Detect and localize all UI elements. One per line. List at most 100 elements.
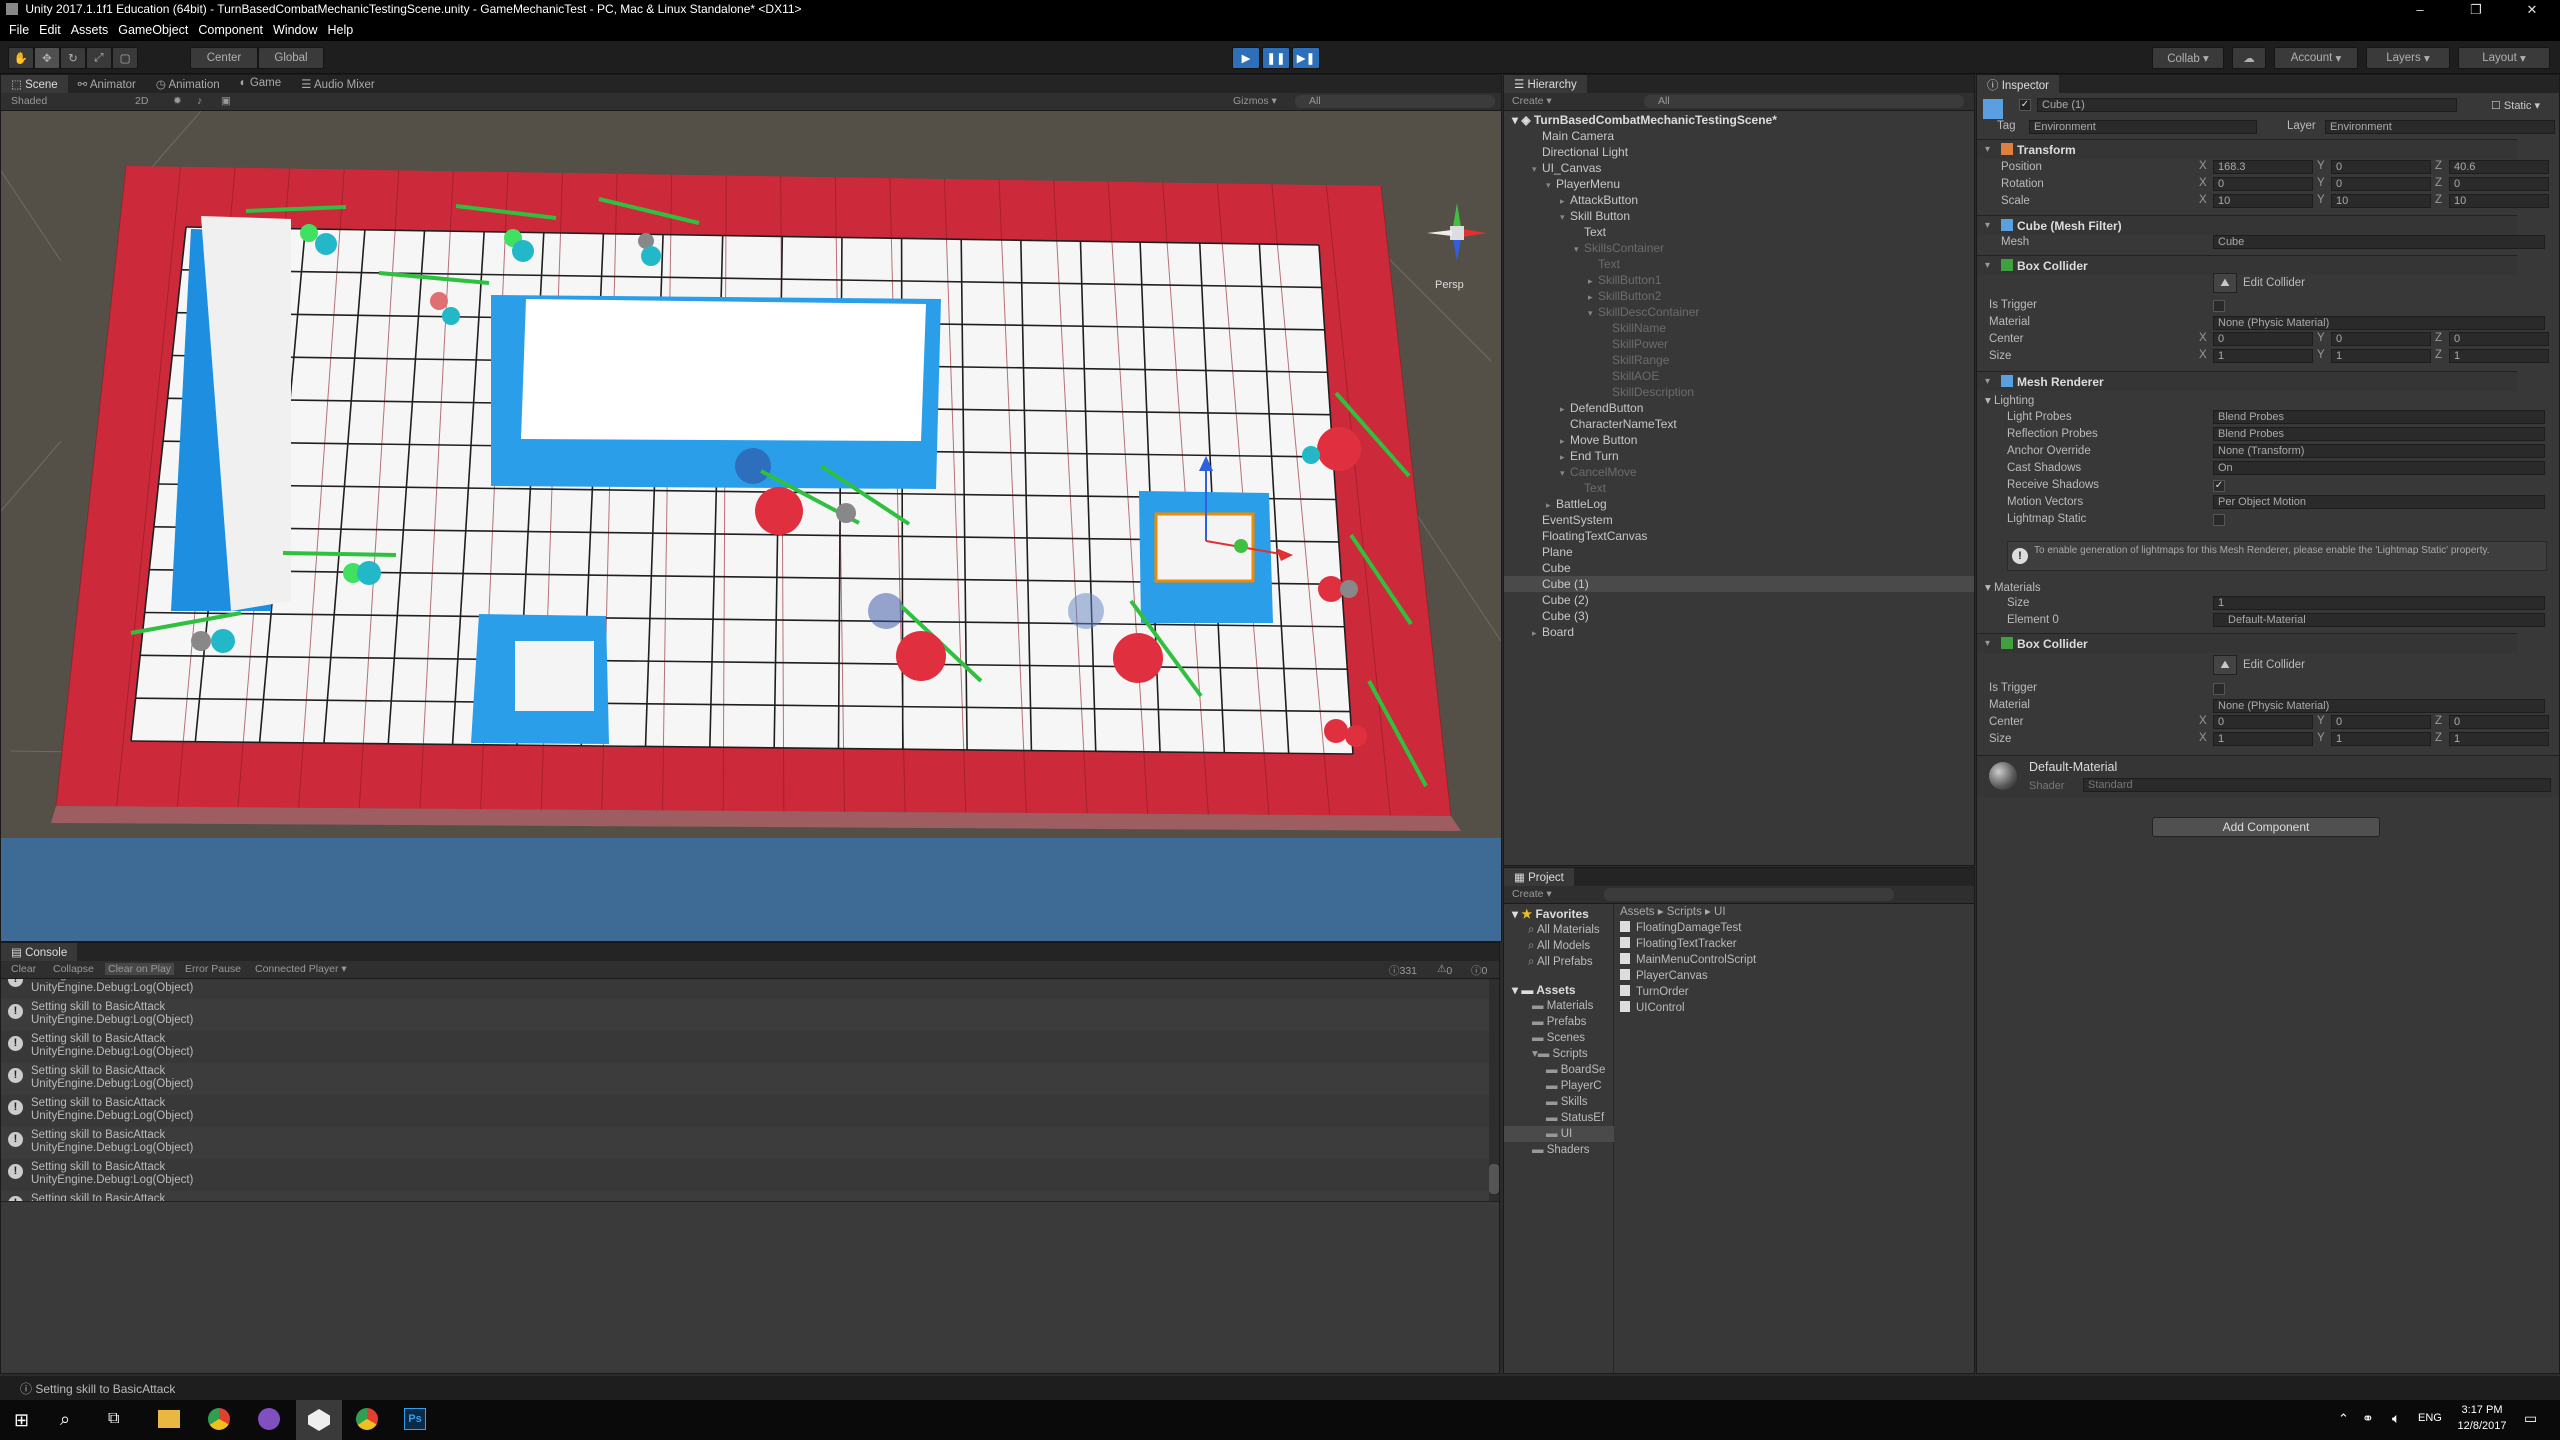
- tray-chevron-icon[interactable]: ⌃: [2338, 1411, 2349, 1427]
- materials-size-field[interactable]: 1: [2213, 596, 2545, 610]
- step-button[interactable]: ▶❚: [1292, 47, 1320, 69]
- warning-count-badge[interactable]: ⚠ 0: [1437, 963, 1452, 977]
- receive-shadows-checkbox[interactable]: ✓: [2213, 480, 2225, 492]
- hierarchy-item[interactable]: SkillAOE: [1504, 368, 1974, 384]
- hierarchy-item[interactable]: ▾ CancelMove: [1504, 464, 1974, 480]
- fold-arrow-icon[interactable]: ▸: [1532, 625, 1542, 641]
- project-folder[interactable]: ▬ BoardSe: [1504, 1062, 1614, 1078]
- favorite-item[interactable]: ⌕ All Prefabs: [1528, 954, 1593, 970]
- size-2-z-field[interactable]: 1: [2449, 732, 2549, 746]
- light-probes-dropdown[interactable]: Blend Probes: [2213, 410, 2545, 424]
- tab-project[interactable]: ▦ Project: [1504, 868, 1574, 886]
- hierarchy-item[interactable]: Main Camera: [1504, 128, 1974, 144]
- network-icon[interactable]: ⚭: [2362, 1410, 2374, 1427]
- console-clear-on-play-button[interactable]: Clear on Play: [105, 963, 175, 975]
- static-dropdown[interactable]: ☐ Static ▾: [2491, 99, 2540, 112]
- menu-edit[interactable]: Edit: [36, 20, 68, 41]
- favorites-section[interactable]: ▾ ★ Favorites: [1512, 906, 1589, 922]
- rotation-y-field[interactable]: 0: [2331, 177, 2431, 191]
- favorite-item[interactable]: ⌕ All Materials: [1528, 922, 1600, 938]
- layers-dropdown[interactable]: Layers ▾: [2366, 47, 2450, 69]
- scene-search-input[interactable]: All: [1295, 95, 1495, 108]
- console-log-entry[interactable]: !Setting skill to BasicAttackUnityEngine…: [1, 1063, 1491, 1095]
- fold-arrow-icon[interactable]: ▾: [1985, 144, 1990, 155]
- console-log-entry[interactable]: !Setting skill to BasicAttackUnityEngine…: [1, 979, 1491, 999]
- object-name-field[interactable]: Cube (1): [2037, 98, 2457, 112]
- console-log-entry[interactable]: !Setting skill to BasicAttackUnityEngine…: [1, 1191, 1491, 1201]
- hierarchy-item[interactable]: Cube (2): [1504, 592, 1974, 608]
- fold-arrow-icon[interactable]: ▸: [1560, 193, 1570, 209]
- size-x-field[interactable]: 1: [2213, 349, 2313, 363]
- project-file[interactable]: PlayerCanvas: [1620, 968, 1708, 984]
- material-2-field[interactable]: None (Physic Material): [2213, 699, 2545, 713]
- hierarchy-item[interactable]: Cube (1): [1504, 576, 1974, 592]
- account-dropdown[interactable]: Account ▾: [2274, 47, 2358, 69]
- console-log-entry[interactable]: !Setting skill to BasicAttackUnityEngine…: [1, 999, 1491, 1031]
- notifications-icon[interactable]: ▭: [2524, 1410, 2537, 1427]
- position-y-field[interactable]: 0: [2331, 160, 2431, 174]
- hierarchy-item[interactable]: SkillPower: [1504, 336, 1974, 352]
- reflection-probes-dropdown[interactable]: Blend Probes: [2213, 427, 2545, 441]
- project-folder[interactable]: ▬ Skills: [1504, 1094, 1614, 1110]
- fold-arrow-icon[interactable]: ▾: [1588, 305, 1598, 321]
- log-count-badge[interactable]: ⓘ 331: [1389, 963, 1417, 978]
- tab-audio-mixer[interactable]: ☰ Audio Mixer: [291, 75, 385, 93]
- scale-y-field[interactable]: 10: [2331, 194, 2431, 208]
- hierarchy-item[interactable]: Cube (3): [1504, 608, 1974, 624]
- fold-arrow-icon[interactable]: ▸: [1588, 289, 1598, 305]
- gizmos-dropdown[interactable]: Gizmos ▾: [1233, 95, 1277, 107]
- center-2-x-field[interactable]: 0: [2213, 715, 2313, 729]
- rotate-tool-icon[interactable]: ↻: [60, 47, 86, 69]
- position-x-field[interactable]: 168.3: [2213, 160, 2313, 174]
- scene-root-item[interactable]: ▾ ◈ TurnBasedCombatMechanicTestingScene*: [1512, 112, 1777, 128]
- lighting-toggle-icon[interactable]: ✹: [173, 95, 182, 107]
- fold-arrow-icon[interactable]: ▸: [1560, 433, 1570, 449]
- rotation-x-field[interactable]: 0: [2213, 177, 2313, 191]
- console-log-entry[interactable]: !Setting skill to BasicAttackUnityEngine…: [1, 1031, 1491, 1063]
- size-2-y-field[interactable]: 1: [2331, 732, 2431, 746]
- material-preview-section[interactable]: Default-Material Shader Standard: [1977, 755, 2559, 797]
- layer-dropdown[interactable]: Environment: [2325, 120, 2555, 134]
- error-count-badge[interactable]: ⓘ 0: [1471, 963, 1487, 978]
- collab-button[interactable]: Collab ▾: [2152, 47, 2224, 69]
- cast-shadows-dropdown[interactable]: On: [2213, 461, 2545, 475]
- hierarchy-item[interactable]: CharacterNameText: [1504, 416, 1974, 432]
- search-icon[interactable]: ⌕: [60, 1409, 70, 1430]
- scale-z-field[interactable]: 10: [2449, 194, 2549, 208]
- unity-taskbar-item[interactable]: [296, 1400, 342, 1440]
- lightmap-static-checkbox[interactable]: [2213, 514, 2225, 526]
- clock-date[interactable]: 12/8/2017: [2452, 1420, 2512, 1432]
- chrome-icon-2[interactable]: [356, 1408, 378, 1430]
- tab-console[interactable]: ▤ Console: [1, 943, 78, 961]
- console-scrollbar[interactable]: [1489, 979, 1499, 1201]
- menu-help[interactable]: Help: [324, 20, 360, 41]
- fold-arrow-icon[interactable]: ▾: [1985, 260, 1990, 271]
- hierarchy-item[interactable]: EventSystem: [1504, 512, 1974, 528]
- menu-component[interactable]: Component: [195, 20, 270, 41]
- mesh-renderer-header[interactable]: Mesh Renderer: [1977, 371, 2517, 391]
- hierarchy-item[interactable]: ▸ End Turn: [1504, 448, 1974, 464]
- transform-header[interactable]: Transform: [1977, 139, 2517, 159]
- mode-2d-toggle[interactable]: 2D: [135, 95, 148, 107]
- orientation-gizmo[interactable]: [1417, 193, 1497, 273]
- console-log-entry[interactable]: !Setting skill to BasicAttackUnityEngine…: [1, 1127, 1491, 1159]
- pivot-center-button[interactable]: Center: [190, 47, 258, 69]
- project-file[interactable]: FloatingDamageTest: [1620, 920, 1741, 936]
- shader-dropdown[interactable]: Standard: [2083, 778, 2551, 792]
- hierarchy-item[interactable]: SkillName: [1504, 320, 1974, 336]
- tab-hierarchy[interactable]: ☰ Hierarchy: [1504, 75, 1587, 93]
- menu-gameobject[interactable]: GameObject: [115, 20, 195, 41]
- audio-toggle-icon[interactable]: ♪: [197, 95, 202, 107]
- gizmo-z-handle[interactable]: [1234, 539, 1248, 553]
- maximize-button[interactable]: ❐: [2448, 0, 2504, 20]
- center-2-y-field[interactable]: 0: [2331, 715, 2431, 729]
- tab-inspector[interactable]: ⓘ Inspector: [1977, 75, 2060, 93]
- is-trigger-checkbox[interactable]: [2213, 300, 2225, 312]
- center-y-field[interactable]: 0: [2331, 332, 2431, 346]
- hierarchy-item[interactable]: ▸ BattleLog: [1504, 496, 1974, 512]
- console-collapse-button[interactable]: Collapse: [53, 963, 94, 975]
- fold-arrow-icon[interactable]: ▾: [1574, 241, 1584, 257]
- rect-tool-icon[interactable]: ▢: [112, 47, 138, 69]
- hierarchy-item[interactable]: Cube: [1504, 560, 1974, 576]
- add-component-button[interactable]: Add Component: [2152, 817, 2380, 837]
